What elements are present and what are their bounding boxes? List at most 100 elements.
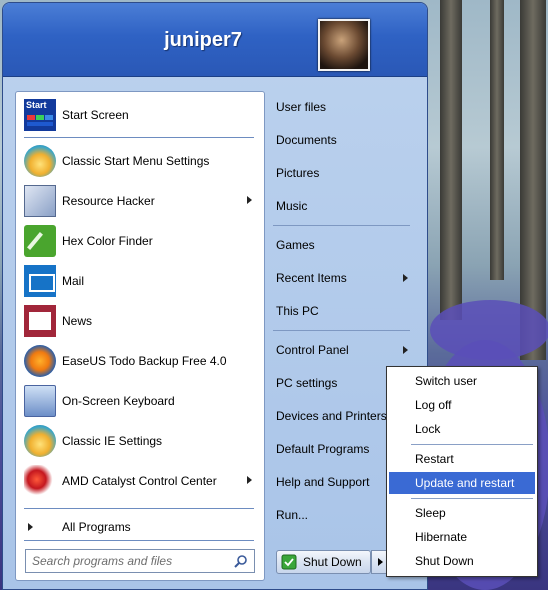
all-programs[interactable]: All Programs <box>24 510 256 544</box>
link-music[interactable]: Music <box>276 194 307 218</box>
menu-item-restart[interactable]: Restart <box>389 448 535 470</box>
user-name: juniper7 <box>164 29 242 51</box>
link-user-files[interactable]: User files <box>276 95 326 119</box>
divider <box>411 498 533 499</box>
menu-item-label: Lock <box>415 422 441 436</box>
divider <box>411 444 533 445</box>
menu-item-hibernate[interactable]: Hibernate <box>389 526 535 548</box>
link-games[interactable]: Games <box>276 233 315 257</box>
menu-item-label: Switch user <box>415 374 478 388</box>
all-programs-label: All Programs <box>62 520 131 534</box>
link-label: PC settings <box>276 376 338 390</box>
program-label: Mail <box>62 274 85 288</box>
menu-item-label: Restart <box>415 452 454 466</box>
user-avatar[interactable] <box>318 19 370 71</box>
link-pc-settings[interactable]: PC settings <box>276 371 337 395</box>
divider <box>273 225 410 226</box>
link-label: This PC <box>276 304 319 318</box>
shutdown-label: Shut Down <box>303 555 362 569</box>
link-documents[interactable]: Documents <box>276 128 337 152</box>
program-hex-color-finder[interactable]: Hex Color Finder <box>24 224 256 258</box>
program-label: Classic IE Settings <box>62 434 163 448</box>
divider <box>24 508 254 509</box>
menu-item-label: Log off <box>415 398 452 412</box>
link-label: Run... <box>276 508 309 522</box>
resource-hacker-icon <box>24 185 56 217</box>
search-icon[interactable] <box>234 554 248 568</box>
link-label: Help and Support <box>276 475 370 489</box>
keyboard-icon <box>24 385 56 417</box>
menu-item-shut-down[interactable]: Shut Down <box>389 550 535 572</box>
menu-item-label: Hibernate <box>415 530 468 544</box>
program-easeus-todo-backup[interactable]: EaseUS Todo Backup Free 4.0 <box>24 344 256 378</box>
menu-item-label: Update and restart <box>415 476 515 490</box>
link-run[interactable]: Run... <box>276 503 308 527</box>
program-start-screen[interactable]: Start Start Screen <box>24 98 256 132</box>
power-options-menu: Switch user Log off Lock Restart Update … <box>386 366 538 577</box>
shell-icon <box>24 425 56 457</box>
link-recent-items[interactable]: Recent Items <box>276 266 347 290</box>
link-control-panel[interactable]: Control Panel <box>276 338 349 362</box>
menu-item-log-off[interactable]: Log off <box>389 394 535 416</box>
submenu-arrow-icon <box>403 346 408 354</box>
program-label: Classic Start Menu Settings <box>62 154 210 168</box>
all-programs-arrow-icon <box>24 511 56 543</box>
shield-icon <box>281 554 297 570</box>
submenu-arrow-icon <box>247 476 252 484</box>
amd-icon <box>24 465 56 497</box>
programs-panel: Start Start Screen Classic Start Menu Se… <box>15 91 265 581</box>
program-label: Resource Hacker <box>62 194 155 208</box>
program-label: Start Screen <box>62 108 129 122</box>
start-screen-icon: Start <box>24 99 56 131</box>
program-classic-ie-settings[interactable]: Classic IE Settings <box>24 424 256 458</box>
program-label: Hex Color Finder <box>62 234 153 248</box>
search-input[interactable] <box>32 551 232 571</box>
hex-color-icon <box>24 225 56 257</box>
link-label: Music <box>276 199 308 213</box>
program-resource-hacker[interactable]: Resource Hacker <box>24 184 256 218</box>
mail-icon <box>24 265 56 297</box>
menu-item-lock[interactable]: Lock <box>389 418 535 440</box>
program-amd-catalyst[interactable]: AMD Catalyst Control Center <box>24 464 256 498</box>
link-label: Recent Items <box>276 271 347 285</box>
link-label: Documents <box>276 133 337 147</box>
submenu-arrow-icon <box>403 274 408 282</box>
program-mail[interactable]: Mail <box>24 264 256 298</box>
easeus-icon <box>24 345 56 377</box>
shell-icon <box>24 145 56 177</box>
program-news[interactable]: News <box>24 304 256 338</box>
program-label: News <box>62 314 93 328</box>
link-default-programs[interactable]: Default Programs <box>276 437 369 461</box>
link-this-pc[interactable]: This PC <box>276 299 319 323</box>
link-devices-and-printers[interactable]: Devices and Printers <box>276 404 387 428</box>
tree-trunk <box>490 0 504 280</box>
program-on-screen-keyboard[interactable]: On-Screen Keyboard <box>24 384 256 418</box>
divider <box>24 540 254 541</box>
program-classic-start-menu-settings[interactable]: Classic Start Menu Settings <box>24 144 256 178</box>
news-icon <box>24 305 56 337</box>
link-label: User files <box>276 100 327 114</box>
menu-item-update-and-restart[interactable]: Update and restart <box>389 472 535 494</box>
link-label: Devices and Printers <box>276 409 387 423</box>
link-label: Pictures <box>276 166 320 180</box>
menu-item-switch-user[interactable]: Switch user <box>389 370 535 392</box>
submenu-arrow-icon <box>247 196 252 204</box>
program-label: AMD Catalyst Control Center <box>62 474 217 488</box>
program-label: On-Screen Keyboard <box>62 394 175 408</box>
shutdown-button[interactable]: Shut Down <box>276 550 371 574</box>
search-box[interactable] <box>25 549 255 573</box>
program-label: EaseUS Todo Backup Free 4.0 <box>62 354 227 368</box>
menu-item-label: Sleep <box>415 506 446 520</box>
divider <box>273 330 410 331</box>
menu-item-sleep[interactable]: Sleep <box>389 502 535 524</box>
link-help-and-support[interactable]: Help and Support <box>276 470 369 494</box>
link-label: Default Programs <box>276 442 370 456</box>
link-label: Control Panel <box>276 343 349 357</box>
link-pictures[interactable]: Pictures <box>276 161 319 185</box>
tree-trunk <box>440 0 462 320</box>
divider <box>24 137 254 138</box>
start-menu-header: juniper7 <box>3 3 427 77</box>
link-label: Games <box>276 238 315 252</box>
start-screen-icon-text: Start <box>26 100 47 110</box>
menu-item-label: Shut Down <box>415 554 474 568</box>
